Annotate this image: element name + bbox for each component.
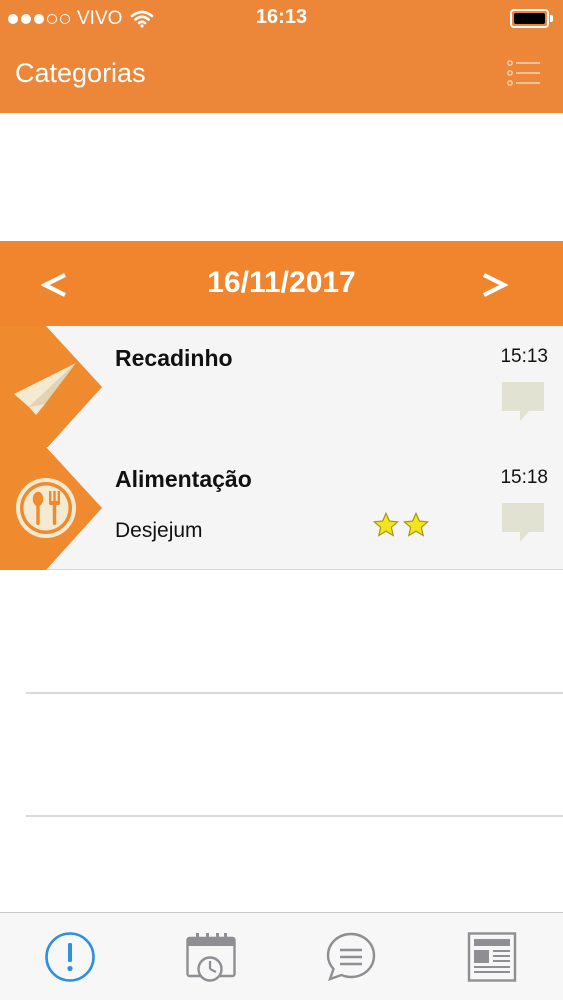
battery-icon — [510, 9, 553, 28]
page-title: Categorias — [15, 58, 146, 88]
entry-title: Recadinho — [115, 345, 233, 371]
entry-time: 15:18 — [500, 467, 548, 488]
chat-bubble-icon — [326, 932, 376, 981]
status-bar: VIVO 16:13 — [0, 0, 563, 38]
tab-news[interactable] — [464, 929, 520, 985]
bottom-tab-bar — [0, 912, 563, 1000]
tab-messages[interactable] — [323, 929, 379, 985]
category-tag — [0, 447, 102, 570]
star-icon — [372, 511, 400, 537]
comment-icon[interactable] — [501, 381, 545, 425]
list-separator — [26, 692, 563, 694]
exclamation-circle-icon — [45, 932, 95, 982]
entry-subtitle: Desjejum — [115, 519, 203, 542]
calendar-clock-icon — [186, 933, 236, 982]
top-nav-bar: VIVO 16:13 Categorias — [0, 0, 563, 113]
tab-alerts[interactable] — [42, 929, 98, 985]
category-tag — [0, 326, 102, 449]
comment-icon[interactable] — [501, 502, 545, 546]
tab-agenda[interactable] — [183, 929, 239, 985]
entry-row-recadinho[interactable]: Recadinho 15:13 — [0, 326, 563, 449]
star-icon — [402, 511, 430, 537]
chevron-right-icon — [483, 273, 508, 297]
newspaper-icon — [467, 932, 517, 982]
list-separator — [26, 815, 563, 817]
list-icon[interactable] — [507, 58, 541, 88]
spoon-fork-icon — [16, 478, 76, 538]
next-day-button[interactable] — [476, 264, 512, 306]
status-time: 16:13 — [255, 6, 308, 28]
entry-row-alimentacao[interactable]: Alimentação 15:18 Desjejum — [0, 447, 563, 570]
entry-time: 15:13 — [500, 346, 548, 367]
star-rating — [372, 511, 432, 539]
entry-title: Alimentação — [115, 466, 252, 492]
